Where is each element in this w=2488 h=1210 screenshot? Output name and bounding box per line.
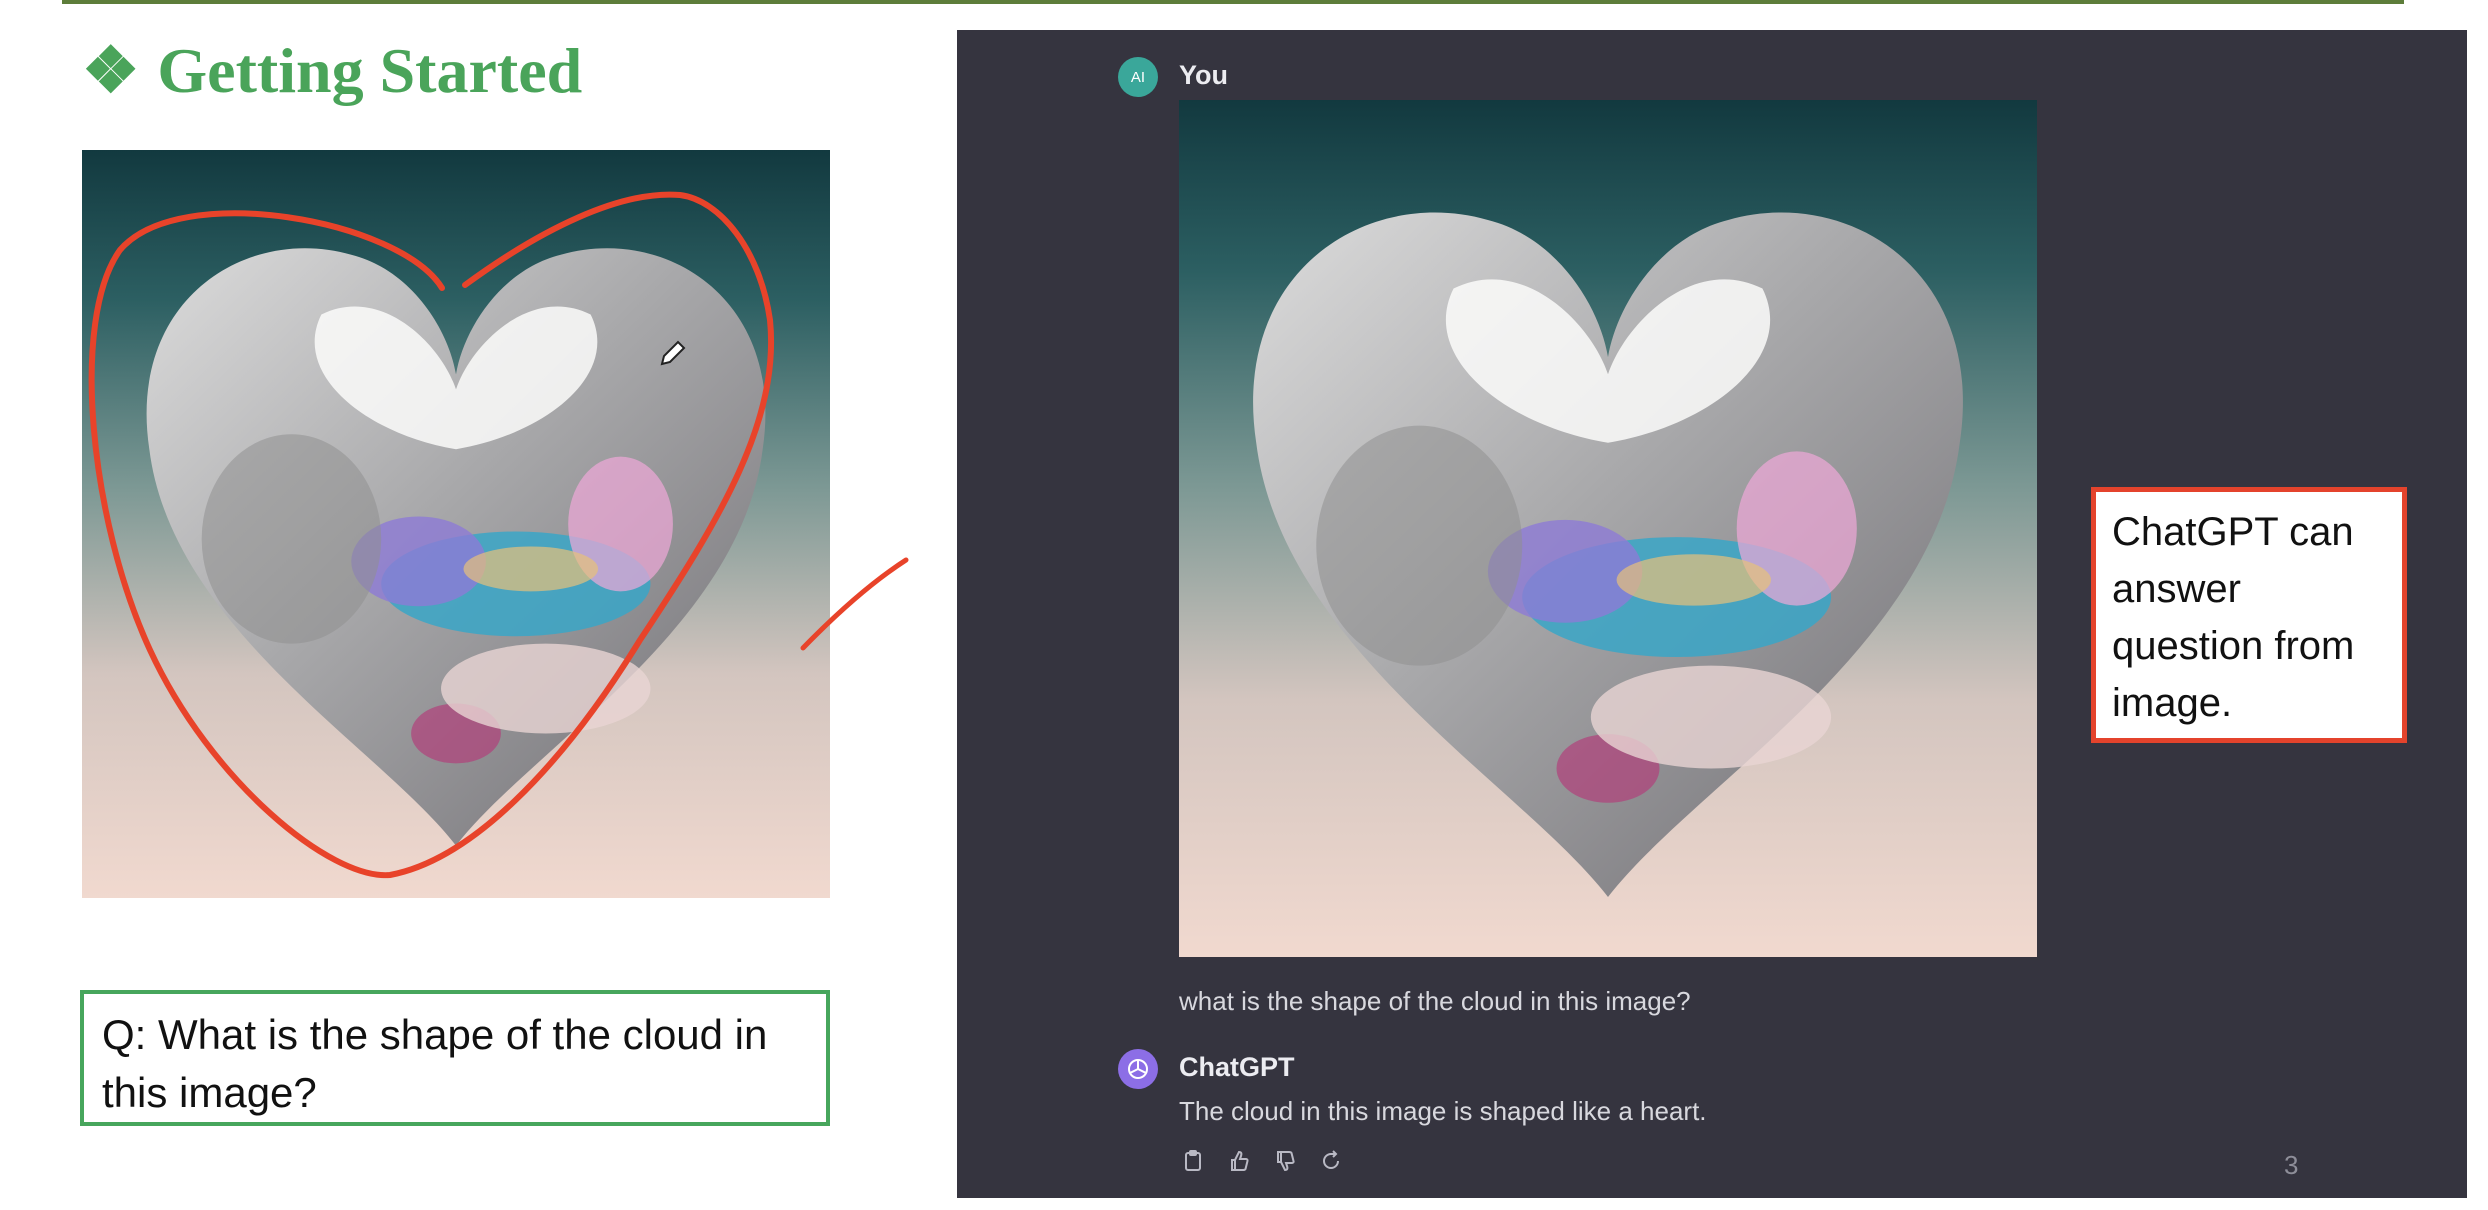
slide-top-rule <box>62 0 2404 4</box>
message-actions <box>1179 1147 1345 1175</box>
diamond-bullet-icon: ❖ <box>82 35 140 106</box>
slide-title: ❖ Getting Started <box>82 34 582 108</box>
openai-logo-icon <box>1118 1049 1158 1089</box>
thumbs-up-icon[interactable] <box>1225 1147 1253 1175</box>
user-avatar-initials: AI <box>1130 68 1146 86</box>
regenerate-icon[interactable] <box>1317 1147 1345 1175</box>
copy-icon[interactable] <box>1179 1147 1207 1175</box>
thumbs-down-icon[interactable] <box>1271 1147 1299 1175</box>
user-author-name: You <box>1179 60 1228 90</box>
callout-text: ChatGPT can answer question from image. <box>2112 510 2355 725</box>
heart-cloud-image <box>82 150 830 898</box>
assistant-author-name: ChatGPT <box>1179 1052 1295 1082</box>
question-text: Q: What is the shape of the cloud in thi… <box>102 1011 768 1116</box>
uploaded-image[interactable] <box>1179 100 2037 957</box>
callout-box: ChatGPT can answer question from image. <box>2091 487 2407 743</box>
slide-title-text: Getting Started <box>157 35 583 106</box>
page-number: 3 <box>2284 1150 2299 1180</box>
question-box: Q: What is the shape of the cloud in thi… <box>80 990 830 1126</box>
assistant-message: The cloud in this image is shaped like a… <box>1179 1096 1707 1126</box>
user-avatar: AI <box>1118 57 1158 97</box>
user-message: what is the shape of the cloud in this i… <box>1179 986 1691 1016</box>
